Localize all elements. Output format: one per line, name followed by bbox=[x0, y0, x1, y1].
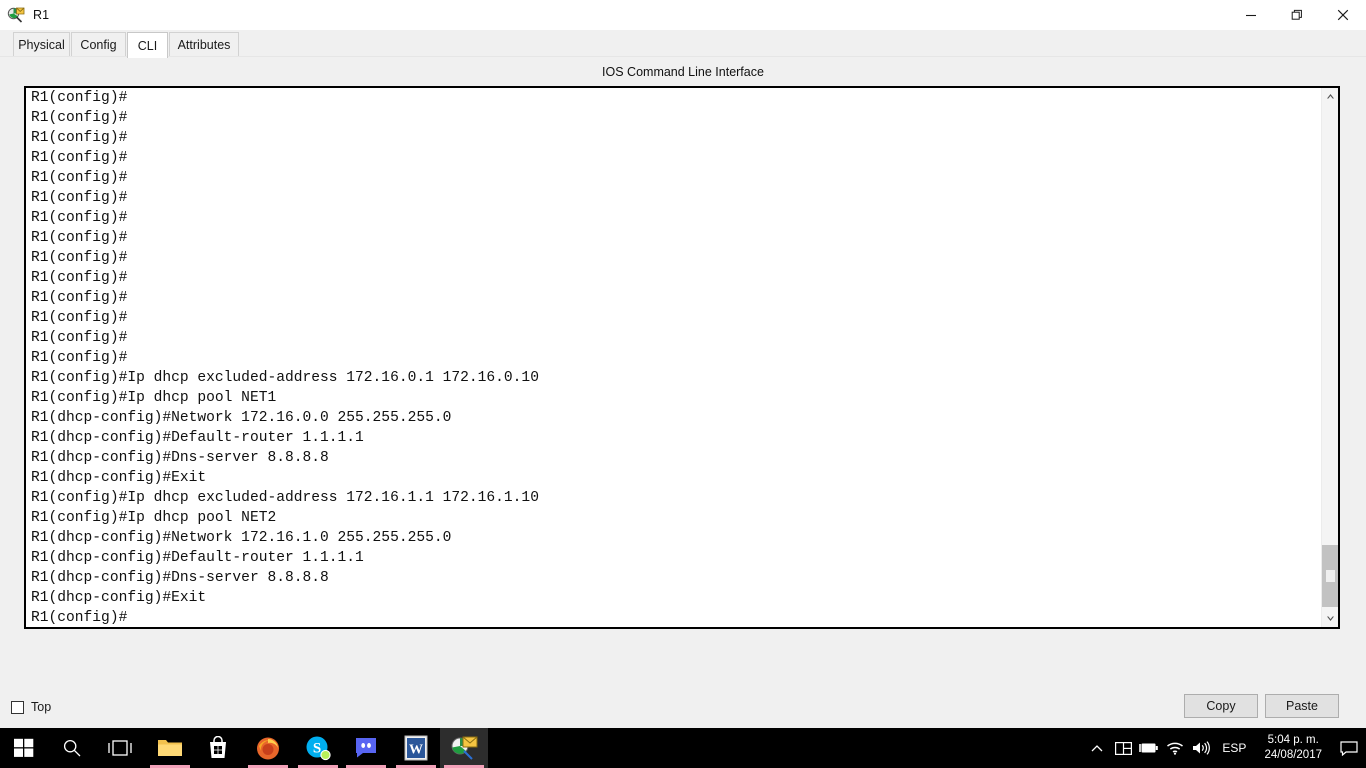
top-checkbox-label: Top bbox=[31, 700, 52, 714]
cli-line: R1(config)# bbox=[31, 210, 128, 226]
cli-line: R1(dhcp-config)#Default-router 1.1.1.1 bbox=[31, 550, 364, 566]
word-icon[interactable]: W bbox=[392, 728, 440, 768]
cli-line: R1(config)# bbox=[31, 290, 128, 306]
cli-line: R1(config)# bbox=[31, 610, 128, 626]
tab-attributes[interactable]: Attributes bbox=[169, 32, 239, 57]
language-indicator[interactable]: ESP bbox=[1214, 728, 1254, 768]
cli-line: R1(dhcp-config)#Dns-server 8.8.8.8 bbox=[31, 450, 329, 466]
close-icon[interactable] bbox=[1320, 0, 1366, 30]
notification-icon[interactable] bbox=[1332, 728, 1366, 768]
cli-line: R1(config)# bbox=[31, 110, 128, 126]
cli-line: R1(config)# bbox=[31, 150, 128, 166]
folder-icon[interactable] bbox=[146, 728, 194, 768]
tab-config-label: Config bbox=[80, 38, 117, 52]
svg-text:S: S bbox=[313, 741, 321, 757]
cli-line: R1(dhcp-config)#Exit bbox=[31, 590, 207, 606]
tab-strip: Physical Config CLI Attributes bbox=[0, 30, 1366, 58]
clock-time: 5:04 p. m. bbox=[1267, 734, 1319, 746]
cli-line: R1(config)# bbox=[31, 90, 128, 106]
discord-icon[interactable] bbox=[342, 728, 390, 768]
battery-icon[interactable] bbox=[1136, 728, 1162, 768]
scrollbar-thumb[interactable] bbox=[1322, 545, 1338, 607]
tab-physical-label: Physical bbox=[18, 38, 65, 52]
tab-cli[interactable]: CLI bbox=[127, 32, 168, 58]
cli-line: R1(config)#Ip dhcp pool NET2 bbox=[31, 510, 277, 526]
cli-output[interactable]: R1(config)# R1(config)# R1(config)# R1(conf… bbox=[31, 88, 1316, 627]
cli-line: R1(dhcp-config)#Dns-server 8.8.8.8 bbox=[31, 570, 329, 586]
minimize-icon[interactable] bbox=[1228, 0, 1274, 30]
task-view-icon[interactable] bbox=[96, 728, 144, 768]
cli-line: R1(config)# bbox=[31, 170, 128, 186]
window-title: R1 bbox=[33, 8, 50, 22]
title-bar: R1 bbox=[0, 0, 1366, 30]
cli-line: R1(dhcp-config)#Exit bbox=[31, 470, 207, 486]
packet-tracer-icon[interactable] bbox=[440, 728, 488, 768]
packet-tracer-icon bbox=[7, 6, 25, 24]
cli-line: R1(config)# bbox=[31, 270, 128, 286]
cli-terminal[interactable]: R1(config)# R1(config)# R1(config)# R1(conf… bbox=[24, 86, 1340, 629]
restore-icon[interactable] bbox=[1274, 0, 1320, 30]
tab-attributes-label: Attributes bbox=[177, 38, 231, 52]
cli-line: R1(config)# bbox=[31, 130, 128, 146]
terminal-scrollbar[interactable] bbox=[1321, 88, 1338, 627]
tab-cli-label: CLI bbox=[137, 38, 158, 53]
cli-line: R1(config)#Ip dhcp pool NET1 bbox=[31, 390, 277, 406]
cli-line: R1(config)# bbox=[31, 250, 128, 266]
cli-line: R1(dhcp-config)#Network 172.16.0.0 255.2… bbox=[31, 410, 452, 426]
start-button[interactable] bbox=[0, 728, 48, 768]
wifi-icon[interactable] bbox=[1162, 728, 1188, 768]
cli-line: R1(config)# bbox=[31, 230, 128, 246]
cli-line: R1(config)# bbox=[31, 190, 128, 206]
action-center-tiles-icon[interactable] bbox=[1110, 728, 1136, 768]
cli-line: R1(dhcp-config)#Default-router 1.1.1.1 bbox=[31, 430, 364, 446]
scrollbar-grip bbox=[1326, 570, 1335, 582]
top-checkbox-row[interactable]: Top bbox=[11, 700, 51, 714]
volume-icon[interactable] bbox=[1188, 728, 1214, 768]
cli-line: R1(config)# bbox=[31, 330, 128, 346]
firefox-icon[interactable] bbox=[244, 728, 292, 768]
cli-panel: IOS Command Line Interface R1(config)# R1… bbox=[0, 57, 1366, 728]
cli-heading: IOS Command Line Interface bbox=[602, 65, 764, 79]
device-config-window: R1 Physical Config CLI Attributes IOS Co… bbox=[0, 0, 1366, 728]
clock[interactable]: 5:04 p. m. 24/08/2017 bbox=[1254, 728, 1332, 768]
tab-config[interactable]: Config bbox=[71, 32, 126, 57]
store-bag-icon[interactable] bbox=[194, 728, 242, 768]
cli-line: R1(dhcp-config)#Network 172.16.1.0 255.2… bbox=[31, 530, 452, 546]
paste-button-label: Paste bbox=[1286, 699, 1318, 713]
top-checkbox[interactable] bbox=[11, 700, 24, 714]
copy-button[interactable]: Copy bbox=[1184, 694, 1258, 718]
cli-line: R1(config)#Ip dhcp excluded-address 172.… bbox=[31, 370, 539, 386]
windows-taskbar: S W ESP 5:04 p. m. 24/08/2017 bbox=[0, 728, 1366, 768]
scroll-down-icon[interactable] bbox=[1322, 610, 1338, 627]
scroll-up-icon[interactable] bbox=[1322, 88, 1338, 105]
cli-line: R1(config)# bbox=[31, 310, 128, 326]
clock-date: 24/08/2017 bbox=[1264, 749, 1322, 761]
scrollbar-track[interactable] bbox=[1322, 105, 1338, 610]
cli-line: R1(config)# bbox=[31, 350, 128, 366]
chevron-up-icon[interactable] bbox=[1084, 728, 1110, 768]
search-icon[interactable] bbox=[48, 728, 96, 768]
paste-button[interactable]: Paste bbox=[1265, 694, 1339, 718]
system-tray: ESP 5:04 p. m. 24/08/2017 bbox=[1084, 728, 1366, 768]
cli-line: R1(config)#Ip dhcp excluded-address 172.… bbox=[31, 490, 539, 506]
skype-icon[interactable]: S bbox=[294, 728, 342, 768]
tab-physical[interactable]: Physical bbox=[13, 32, 70, 57]
copy-button-label: Copy bbox=[1206, 699, 1236, 713]
svg-text:W: W bbox=[409, 743, 423, 758]
